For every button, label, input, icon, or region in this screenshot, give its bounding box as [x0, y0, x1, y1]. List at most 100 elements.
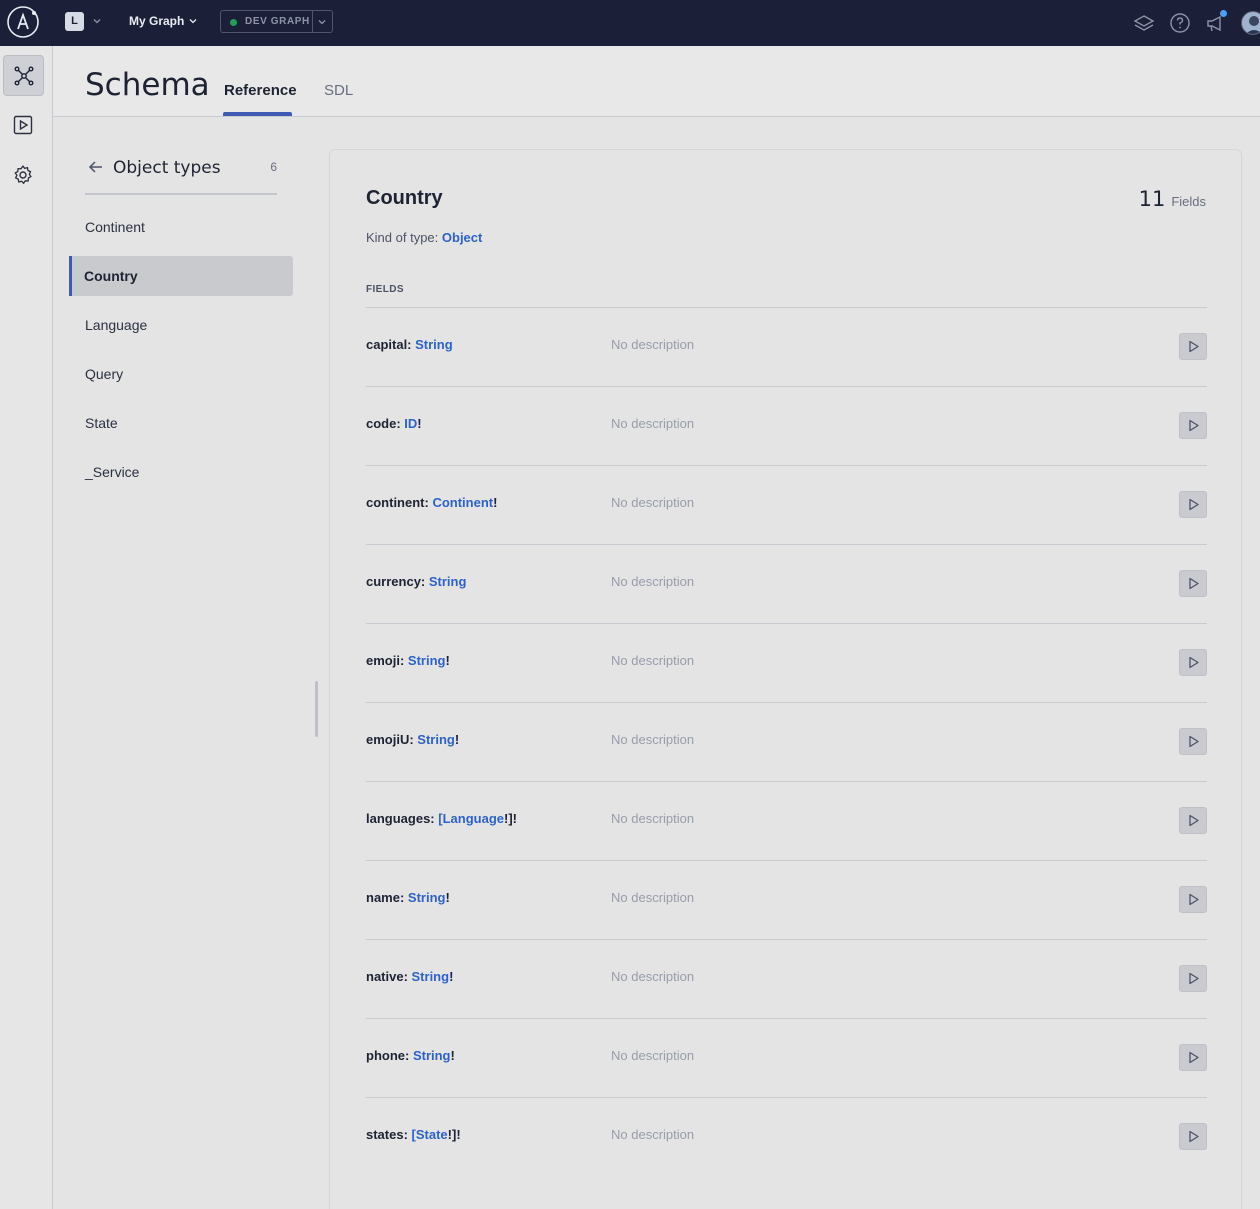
- field-row: code: ID! No description: [366, 387, 1207, 466]
- field-type-link[interactable]: String: [413, 1048, 451, 1063]
- field-type-suffix: !: [449, 969, 454, 984]
- run-field-button[interactable]: [1179, 412, 1207, 439]
- field-name: currency:: [366, 574, 429, 589]
- field-type-link[interactable]: String: [408, 890, 446, 905]
- kind-label: Kind of type:: [366, 230, 442, 245]
- user-avatar[interactable]: [1241, 11, 1260, 35]
- nav-schema[interactable]: [3, 55, 44, 96]
- field-signature: languages: [Language!]!: [366, 811, 517, 826]
- play-icon: [1189, 1051, 1199, 1064]
- chevron-down-icon[interactable]: [187, 15, 199, 27]
- fields-count-number: 11: [1138, 187, 1166, 211]
- run-field-button[interactable]: [1179, 807, 1207, 834]
- field-type-link[interactable]: String: [417, 732, 455, 747]
- arrow-left-icon[interactable]: [87, 158, 105, 176]
- play-icon: [1189, 419, 1199, 432]
- field-description: No description: [611, 416, 695, 431]
- field-type-link[interactable]: String: [412, 969, 450, 984]
- run-field-button[interactable]: [1179, 1123, 1207, 1150]
- page-header: Schema Reference SDL: [53, 46, 1260, 117]
- field-type-link[interactable]: String: [429, 574, 467, 589]
- field-name: states:: [366, 1127, 412, 1142]
- play-icon: [1189, 735, 1199, 748]
- field-signature: continent: Continent!: [366, 495, 497, 510]
- run-field-button[interactable]: [1179, 886, 1207, 913]
- field-name: name:: [366, 890, 408, 905]
- type-item-state[interactable]: State: [69, 403, 293, 443]
- type-item-service[interactable]: _Service: [69, 452, 293, 492]
- run-field-button[interactable]: [1179, 333, 1207, 360]
- type-item-language[interactable]: Language: [69, 305, 293, 345]
- help-icon[interactable]: [1168, 11, 1192, 35]
- chevron-down-icon[interactable]: [316, 16, 328, 28]
- top-bar: L My Graph DEV GRAPH: [0, 0, 1260, 46]
- field-name: languages:: [366, 811, 439, 826]
- type-detail-card: Country 11 Fields Kind of type: Object FI…: [329, 149, 1242, 1209]
- type-item-query[interactable]: Query: [69, 354, 293, 394]
- divider: [312, 11, 313, 32]
- play-icon: [1189, 1130, 1199, 1143]
- nav-settings[interactable]: [3, 155, 44, 196]
- field-description: No description: [611, 653, 695, 668]
- play-icon: [1189, 340, 1199, 353]
- field-description: No description: [611, 732, 695, 747]
- fields-count-label: Fields: [1171, 194, 1206, 209]
- field-row: languages: [Language!]! No description: [366, 782, 1207, 861]
- run-field-button[interactable]: [1179, 491, 1207, 518]
- field-name: capital:: [366, 337, 416, 352]
- field-type-link[interactable]: String: [408, 653, 446, 668]
- run-field-button[interactable]: [1179, 728, 1207, 755]
- field-type-link[interactable]: String: [415, 337, 453, 352]
- field-name: native:: [366, 969, 412, 984]
- tab-sdl[interactable]: SDL: [324, 82, 353, 99]
- chevron-down-icon[interactable]: [91, 15, 103, 27]
- field-name: code:: [366, 416, 405, 431]
- layers-icon[interactable]: [1132, 11, 1156, 35]
- play-square-icon: [13, 115, 33, 135]
- user-icon: [1245, 16, 1260, 34]
- field-row: phone: String! No description: [366, 1019, 1207, 1098]
- field-row: capital: String No description: [366, 308, 1207, 387]
- field-name: emojiU:: [366, 732, 418, 747]
- run-field-button[interactable]: [1179, 570, 1207, 597]
- play-icon: [1189, 972, 1199, 985]
- run-field-button[interactable]: [1179, 649, 1207, 676]
- run-field-button[interactable]: [1179, 1044, 1207, 1071]
- field-type-suffix: !: [445, 653, 450, 668]
- field-signature: emoji: String!: [366, 653, 450, 668]
- field-signature: phone: String!: [366, 1048, 455, 1063]
- run-field-button[interactable]: [1179, 965, 1207, 992]
- field-description: No description: [611, 1127, 695, 1142]
- type-name: Country: [366, 187, 443, 209]
- status-dot: [230, 19, 237, 26]
- field-name: emoji:: [366, 653, 408, 668]
- field-row: emojiU: String! No description: [366, 703, 1207, 782]
- field-row: emoji: String! No description: [366, 624, 1207, 703]
- side-nav: [0, 46, 53, 1209]
- field-type-link[interactable]: Continent: [432, 495, 493, 510]
- type-item-continent[interactable]: Continent: [69, 207, 293, 247]
- play-icon: [1189, 577, 1199, 590]
- graph-icon: [14, 66, 34, 86]
- field-signature: code: ID!: [366, 416, 422, 431]
- field-description: No description: [611, 337, 695, 352]
- active-tab-indicator: [223, 112, 292, 116]
- kind-link[interactable]: Object: [442, 230, 482, 245]
- org-avatar[interactable]: L: [65, 12, 84, 31]
- panel-resize-handle[interactable]: [315, 681, 318, 737]
- variant-selector[interactable]: DEV GRAPH: [220, 10, 333, 33]
- apollo-logo-icon[interactable]: [6, 5, 40, 39]
- field-type-suffix: !]!: [447, 1127, 461, 1142]
- field-description: No description: [611, 969, 695, 984]
- field-type-link[interactable]: State: [416, 1127, 448, 1142]
- graph-name[interactable]: My Graph: [129, 14, 184, 28]
- field-type-link[interactable]: Language: [443, 811, 504, 826]
- variant-label: DEV GRAPH: [245, 16, 310, 27]
- field-type-link[interactable]: ID: [404, 416, 417, 431]
- field-type-suffix: !: [450, 1048, 455, 1063]
- field-name: continent:: [366, 495, 433, 510]
- type-item-country[interactable]: Country: [69, 256, 293, 296]
- field-row: currency: String No description: [366, 545, 1207, 624]
- nav-explorer[interactable]: [3, 105, 44, 146]
- tab-reference[interactable]: Reference: [224, 82, 297, 99]
